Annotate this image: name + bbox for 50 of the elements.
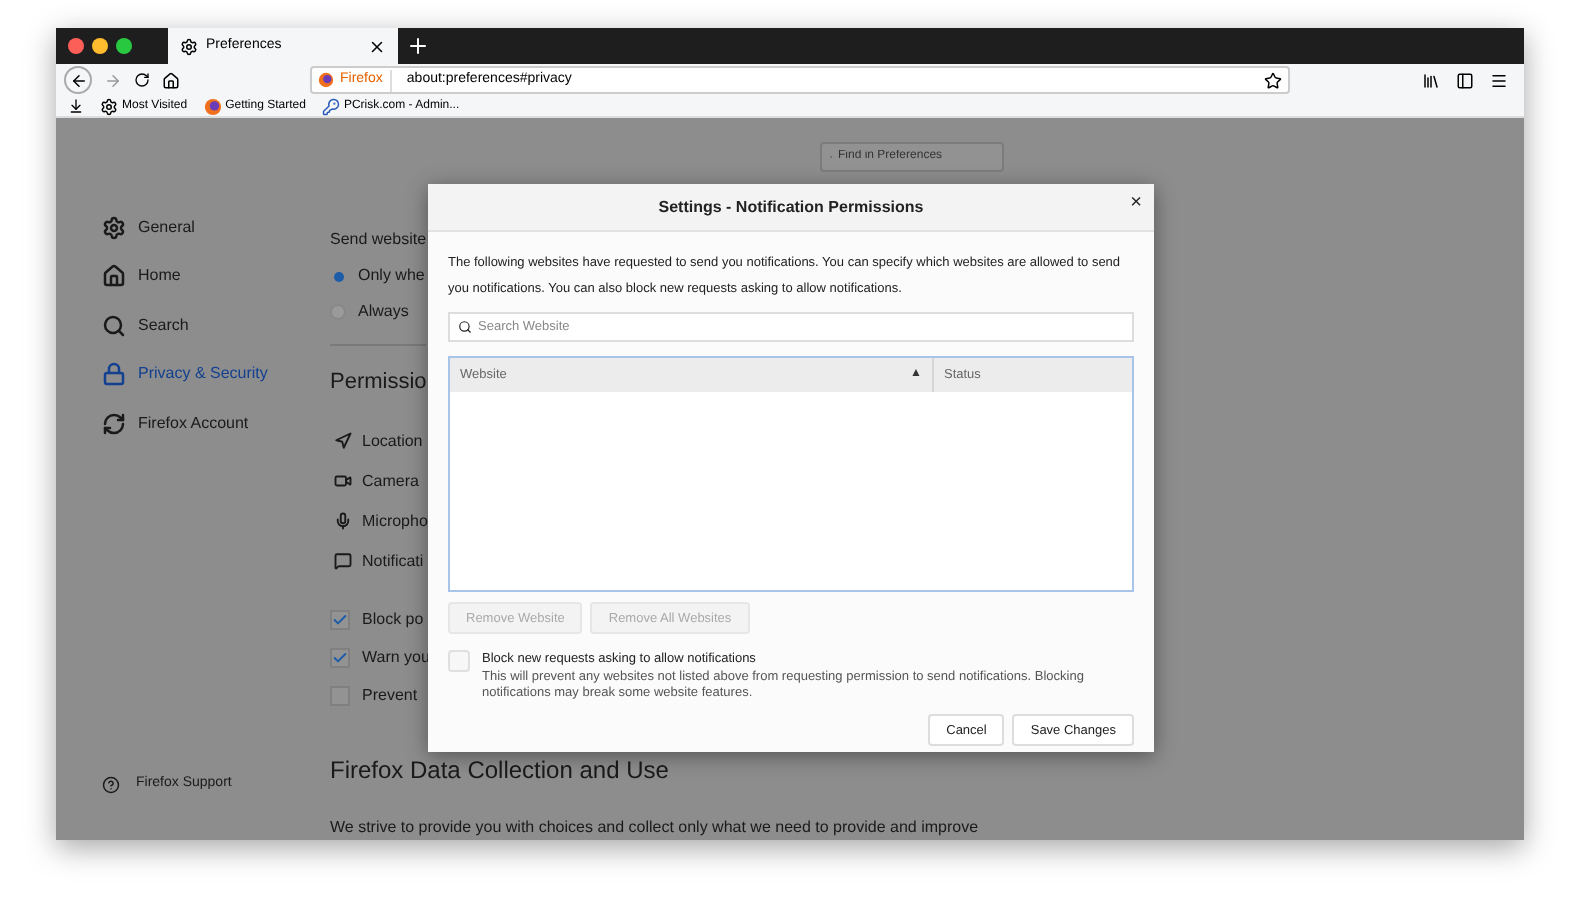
sidebar-item[interactable]: Firefox Account: [102, 398, 330, 448]
sidebar-icon[interactable]: [1456, 71, 1474, 90]
gear-icon: [100, 97, 118, 116]
checkbox[interactable]: [330, 647, 350, 668]
section-text: Send website: [330, 228, 427, 253]
permission-label: Location: [362, 429, 423, 454]
microphone-icon: [334, 512, 352, 531]
maximize-window-icon[interactable]: [116, 38, 132, 55]
forward-icon[interactable]: [104, 71, 122, 90]
back-button[interactable]: [64, 66, 92, 95]
gear-icon: [180, 37, 198, 56]
section-text: We strive to provide you with choices and collect only what we need to provide and improve: [330, 815, 979, 840]
permission-label: Notificati: [362, 549, 424, 574]
dialog-title: Settings - Notification Permissions: [658, 195, 924, 220]
section-heading: Permissio: [330, 368, 427, 399]
sync-icon: [102, 411, 126, 436]
radio-label: Only whe: [358, 264, 425, 289]
radio-label: Always: [358, 300, 409, 325]
close-icon[interactable]: [368, 37, 386, 56]
home-icon[interactable]: [162, 71, 180, 90]
key-icon: [321, 97, 340, 116]
close-window-icon[interactable]: [68, 38, 84, 55]
checkbox-label: Block po: [362, 607, 424, 632]
help-icon: [102, 776, 120, 795]
location-arrow-icon: [334, 432, 352, 451]
gear-icon: [102, 215, 126, 240]
sidebar-item[interactable]: Search: [102, 300, 330, 350]
firefox-logo-icon: [203, 97, 222, 116]
camera-icon: [334, 472, 352, 491]
minimize-window-icon[interactable]: [92, 38, 108, 55]
sidebar-item[interactable]: General: [102, 202, 330, 252]
lock-icon: [102, 362, 126, 387]
download-icon[interactable]: [68, 98, 84, 115]
bookmark-star-icon[interactable]: [1264, 71, 1282, 90]
sidebar-item[interactable]: Home: [102, 251, 330, 301]
speech-bubble-icon: [334, 552, 352, 571]
new-tab-icon[interactable]: [406, 34, 430, 59]
firefox-logo-icon: [318, 72, 334, 89]
checkbox-label: Prevent: [362, 683, 418, 708]
menu-icon[interactable]: [1490, 71, 1508, 90]
permission-label: Micropho: [362, 509, 428, 534]
close-button[interactable]: ×: [1130, 194, 1142, 215]
home-icon: [102, 264, 126, 289]
library-icon[interactable]: [1422, 71, 1440, 90]
radio-button[interactable]: [330, 268, 346, 285]
reload-icon[interactable]: [134, 72, 150, 89]
section-heading: Firefox Data Collection and Use: [330, 753, 669, 788]
back-arrow-icon: [69, 71, 87, 90]
permission-label: Camera: [362, 469, 419, 494]
checkbox[interactable]: [330, 609, 350, 630]
